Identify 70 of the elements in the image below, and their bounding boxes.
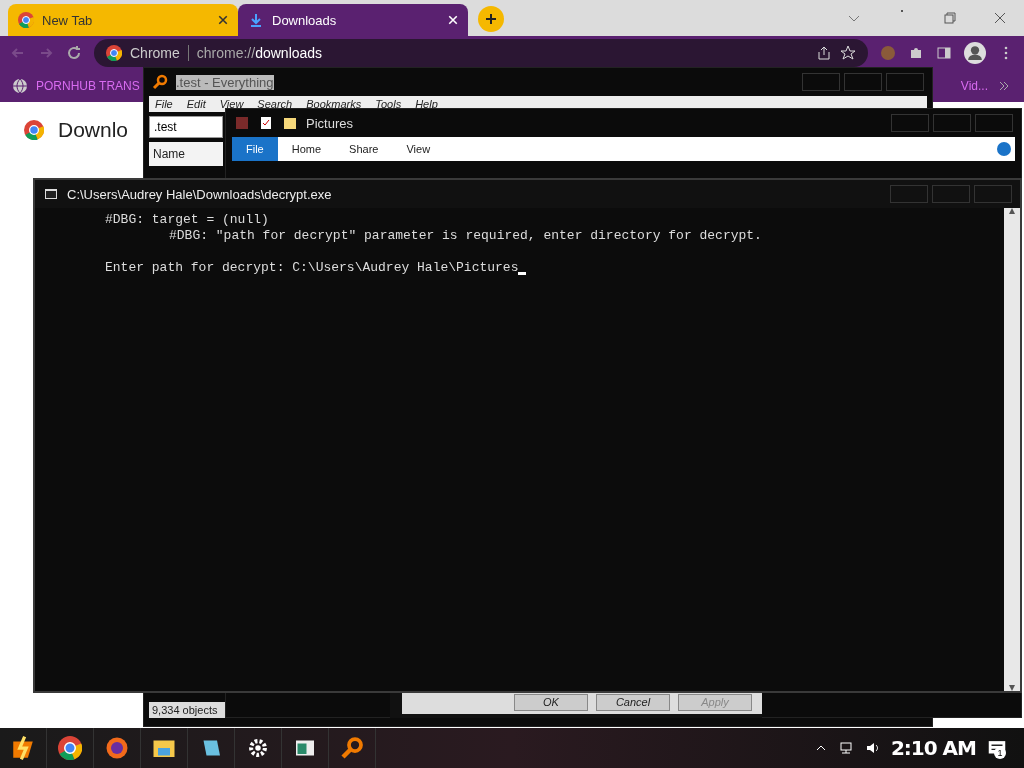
- new-tab-button[interactable]: [478, 6, 504, 32]
- close-icon: [218, 15, 228, 25]
- volume-icon: [864, 740, 881, 756]
- globe-icon: [12, 78, 28, 94]
- arrow-up-icon: [1008, 208, 1016, 214]
- bookmark-link[interactable]: Vid...: [960, 79, 988, 93]
- help-icon[interactable]: [997, 142, 1011, 156]
- properties-icon: [258, 115, 274, 131]
- avatar-icon: [880, 45, 896, 61]
- firefox-icon: [105, 736, 129, 760]
- ribbon-tab[interactable]: File: [232, 137, 278, 161]
- search-icon: [152, 74, 168, 90]
- minimize-button[interactable]: [890, 185, 928, 203]
- close-icon: [448, 15, 458, 25]
- close-button[interactable]: [886, 73, 924, 91]
- console-icon: [43, 186, 59, 202]
- window-title: .test - Everything: [176, 74, 274, 90]
- chrome-icon: [58, 736, 82, 760]
- menu-item[interactable]: Search: [257, 98, 293, 110]
- ribbon-tab[interactable]: Share: [335, 137, 393, 161]
- ribbon-tab[interactable]: View: [392, 137, 445, 161]
- minimize-button[interactable]: [802, 73, 840, 91]
- console-line: Enter path for decrypt: C:\Users\Audrey Hale\Pictures: [105, 260, 519, 276]
- sidebar-icon: [936, 45, 952, 61]
- browser-tab[interactable]: New Tab: [8, 4, 238, 36]
- menu-item[interactable]: View: [219, 98, 244, 110]
- reload-icon: [66, 45, 82, 61]
- share-icon: [816, 45, 832, 61]
- dialog-button[interactable]: OK: [514, 693, 588, 711]
- scrollbar[interactable]: [1004, 208, 1020, 691]
- network-icon: [838, 740, 855, 756]
- restore-icon: [942, 10, 958, 26]
- window-title: Pictures: [306, 115, 353, 131]
- settings-icon: [247, 737, 269, 759]
- console-line: #DBG: target = (null): [105, 212, 269, 228]
- chrome-icon: [106, 45, 122, 61]
- menu-item[interactable]: Tools: [375, 98, 402, 110]
- search-icon: [340, 736, 364, 760]
- maximize-button[interactable]: [933, 114, 971, 132]
- address-bar[interactable]: Chrome chrome://downloads: [94, 39, 868, 67]
- close-button[interactable]: [975, 114, 1013, 132]
- chrome-icon: [24, 120, 44, 140]
- close-button[interactable]: [974, 185, 1012, 203]
- download-icon: [248, 12, 264, 28]
- menu-item[interactable]: Help: [415, 98, 438, 110]
- clock[interactable]: 2:10 AM: [890, 736, 976, 760]
- column-header[interactable]: Name: [149, 142, 223, 166]
- chrome-icon: [18, 12, 34, 28]
- bookmark-link[interactable]: PORNHUB TRANS: [36, 79, 140, 93]
- menu-item[interactable]: Edit: [186, 98, 206, 110]
- menu-item[interactable]: File: [155, 98, 173, 110]
- browser-tab[interactable]: Downloads: [238, 4, 468, 36]
- ribbon-tab[interactable]: Home: [277, 137, 336, 161]
- arrow-down-icon: [1008, 685, 1016, 691]
- dialog-button[interactable]: Cancel: [596, 693, 670, 711]
- maximize-button[interactable]: [932, 185, 970, 203]
- folder-icon: [282, 115, 298, 131]
- maximize-button[interactable]: [844, 73, 882, 91]
- search-field[interactable]: .test: [149, 116, 223, 138]
- text-cursor: [518, 272, 527, 275]
- profile-icon: [964, 42, 986, 64]
- page-heading: Downlo: [58, 118, 129, 142]
- window-title: C:\Users\Audrey Hale\Downloads\decrypt.exe: [67, 186, 332, 202]
- menu-item[interactable]: Bookmarks: [306, 98, 362, 110]
- close-icon: [992, 10, 1008, 26]
- console-line: #DBG: "path for decrypt" parameter is required, enter directory for decrypt.: [169, 228, 762, 244]
- star-icon: [840, 45, 856, 61]
- plus-icon: [483, 11, 499, 27]
- app-icon: [234, 115, 250, 131]
- minimize-button[interactable]: [891, 114, 929, 132]
